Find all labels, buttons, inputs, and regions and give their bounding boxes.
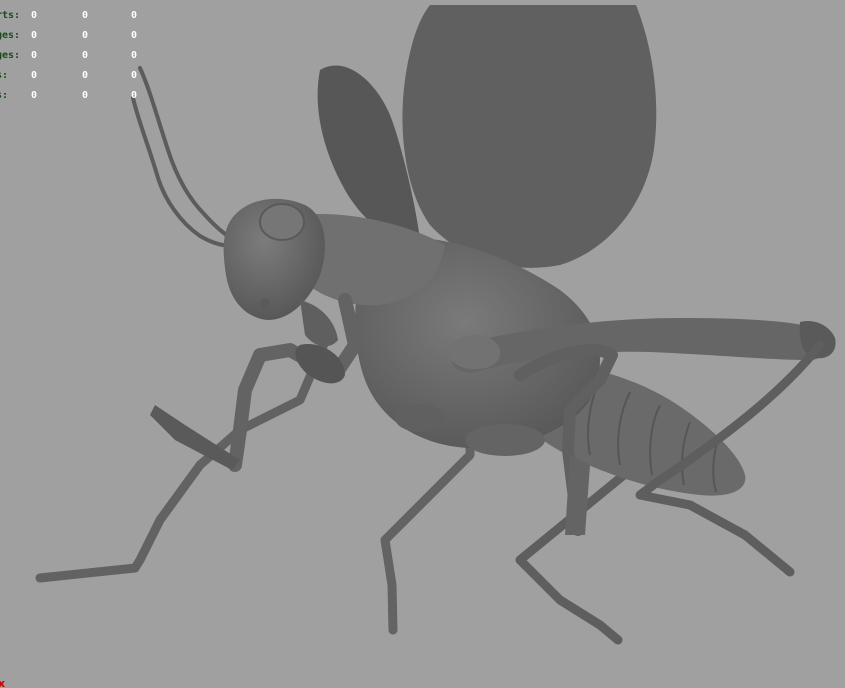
3d-viewport[interactable]: rts: 0 0 0 ges: 0 0 0 ges: 0 0 0 s: 0 0 … (0, 0, 845, 688)
x-axis-label: x (0, 677, 6, 688)
hud-value: 0 (82, 50, 89, 61)
hud-value: 0 (31, 50, 38, 61)
hud-label: ges: (0, 50, 21, 61)
hud-value: 0 (31, 70, 38, 81)
hud-value: 0 (82, 70, 89, 81)
eye (259, 203, 305, 241)
hud-value: 0 (131, 70, 138, 81)
axis-indicator: x (0, 677, 5, 688)
hud-row: ges: 0 0 0 (0, 26, 160, 46)
front-wing (402, 5, 657, 268)
eye-spot (260, 298, 270, 308)
fore-leg-joint (295, 344, 345, 384)
hud-row: s: 0 0 0 (0, 86, 160, 106)
hud-value: 0 (31, 90, 38, 101)
hud-label: s: (0, 70, 9, 81)
mandible (300, 300, 338, 347)
far-fore-leg (35, 325, 335, 583)
hud-label: rts: (0, 10, 21, 21)
hud-row: rts: 0 0 0 (0, 6, 160, 26)
hud-row: s: 0 0 0 (0, 66, 160, 86)
body-plate (395, 404, 445, 432)
hud-value: 0 (31, 10, 38, 21)
far-mid-leg (380, 435, 475, 635)
hud-value: 0 (31, 30, 38, 41)
hud-value: 0 (131, 90, 138, 101)
hud-row: ges: 0 0 0 (0, 46, 160, 66)
hud-label: s: (0, 90, 9, 101)
body-plate (465, 424, 545, 456)
heads-up-display: rts: 0 0 0 ges: 0 0 0 ges: 0 0 0 s: 0 0 … (0, 6, 160, 106)
hud-value: 0 (82, 90, 89, 101)
hud-value: 0 (131, 50, 138, 61)
hud-label: ges: (0, 30, 21, 41)
hud-value: 0 (131, 30, 138, 41)
hud-value: 0 (131, 10, 138, 21)
hud-value: 0 (82, 30, 89, 41)
hud-value: 0 (82, 10, 89, 21)
